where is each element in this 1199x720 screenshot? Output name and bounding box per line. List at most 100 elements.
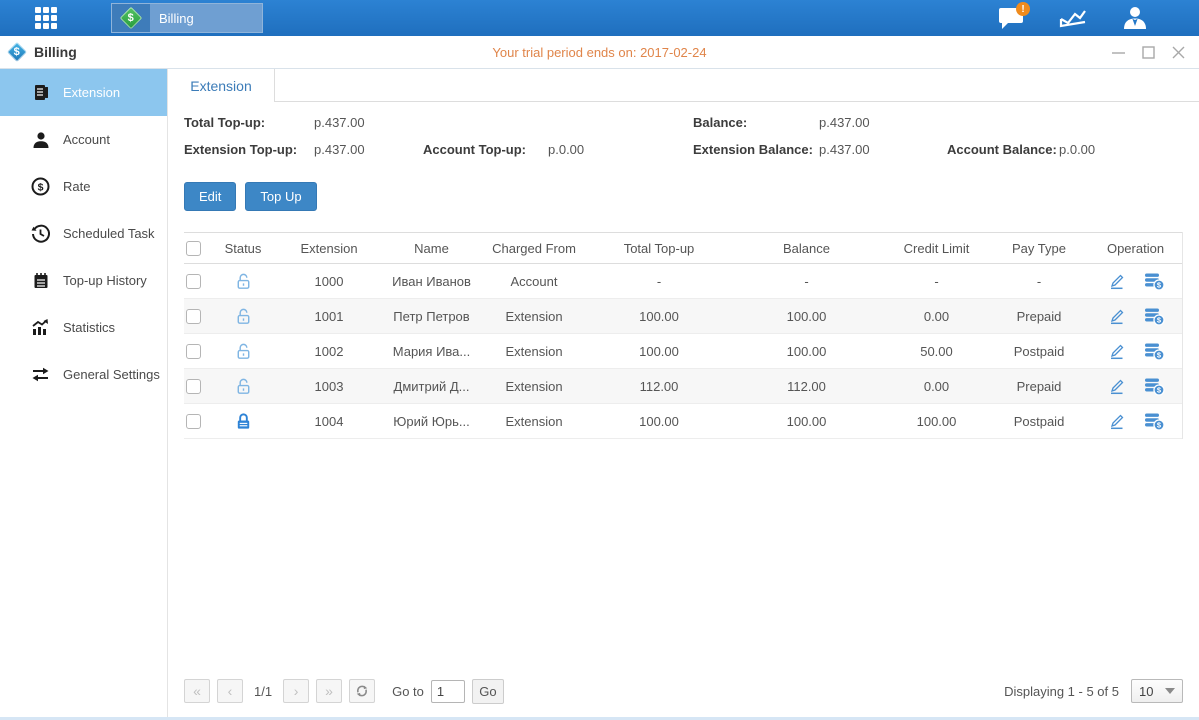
total-topup-cell: - bbox=[589, 274, 729, 289]
rate-coin-icon: $ bbox=[31, 177, 50, 196]
last-page-button[interactable]: » bbox=[316, 679, 342, 703]
topup-row-icon[interactable]: $ bbox=[1143, 271, 1165, 291]
goto-label: Go to bbox=[392, 684, 424, 699]
maximize-button[interactable] bbox=[1142, 46, 1155, 59]
charged-from-cell: Extension bbox=[479, 379, 589, 394]
displaying-count-text: Displaying 1 - 5 of 5 bbox=[1004, 684, 1119, 699]
general-settings-arrows-icon bbox=[31, 365, 50, 384]
name-cell: Петр Петров bbox=[384, 309, 479, 324]
status-unlocked-icon bbox=[234, 377, 253, 396]
sidebar-item-label: Extension bbox=[63, 85, 120, 100]
row-checkbox[interactable] bbox=[186, 379, 201, 394]
charged-from-cell: Extension bbox=[479, 344, 589, 359]
next-page-button[interactable]: › bbox=[283, 679, 309, 703]
sidebar-item-statistics[interactable]: Statistics bbox=[0, 304, 167, 351]
total-topup-cell: 112.00 bbox=[589, 379, 729, 394]
topup-row-icon[interactable]: $ bbox=[1143, 306, 1165, 326]
sidebar-nav: Extension Account $ Rate bbox=[0, 69, 168, 717]
select-all-checkbox[interactable] bbox=[186, 241, 201, 256]
sidebar-item-extension[interactable]: Extension bbox=[0, 69, 167, 116]
sidebar-item-label: General Settings bbox=[63, 367, 160, 382]
edit-row-icon[interactable] bbox=[1107, 306, 1127, 326]
total-topup-label: Total Top-up: bbox=[184, 115, 314, 130]
sidebar-item-scheduled-task[interactable]: Scheduled Task bbox=[0, 210, 167, 257]
name-cell: Юрий Юрь... bbox=[384, 414, 479, 429]
top-bar: $ Billing ! bbox=[0, 0, 1199, 36]
billing-app-window: $ Billing ! bbox=[0, 0, 1199, 720]
row-checkbox[interactable] bbox=[186, 344, 201, 359]
top-up-button[interactable]: Top Up bbox=[245, 182, 316, 211]
balance-cell: 100.00 bbox=[729, 414, 884, 429]
pay-type-cell: Postpaid bbox=[989, 414, 1089, 429]
window-title-bar: $ Billing Your trial period ends on: 201… bbox=[0, 36, 1199, 69]
topbar-billing-tab[interactable]: $ Billing bbox=[111, 3, 263, 33]
balance-cell: 112.00 bbox=[729, 379, 884, 394]
status-cell bbox=[212, 272, 274, 291]
sidebar-item-rate[interactable]: $ Rate bbox=[0, 163, 167, 210]
extension-cell: 1002 bbox=[274, 344, 384, 359]
row-checkbox[interactable] bbox=[186, 309, 201, 324]
page-size-select[interactable]: 10 bbox=[1131, 679, 1183, 703]
status-cell bbox=[212, 342, 274, 361]
account-balance-value: p.0.00 bbox=[1059, 142, 1183, 157]
sidebar-item-account[interactable]: Account bbox=[0, 116, 167, 163]
balance-cell: 100.00 bbox=[729, 309, 884, 324]
row-checkbox[interactable] bbox=[186, 274, 201, 289]
col-extension: Extension bbox=[274, 241, 384, 256]
credit-limit-cell: - bbox=[884, 274, 989, 289]
status-cell bbox=[212, 377, 274, 396]
charged-from-cell: Extension bbox=[479, 414, 589, 429]
status-cell bbox=[212, 307, 274, 326]
topup-row-icon[interactable]: $ bbox=[1143, 341, 1165, 361]
goto-page-input[interactable] bbox=[431, 680, 465, 703]
topup-history-notebook-icon bbox=[31, 271, 50, 290]
charged-from-cell: Extension bbox=[479, 309, 589, 324]
topup-row-icon[interactable]: $ bbox=[1143, 376, 1165, 396]
user-account-icon[interactable] bbox=[1119, 4, 1151, 32]
extension-balance-value: p.437.00 bbox=[819, 142, 947, 157]
edit-row-icon[interactable] bbox=[1107, 341, 1127, 361]
billing-app-icon: $ bbox=[7, 42, 27, 62]
statistics-chart-icon bbox=[31, 318, 50, 337]
account-person-icon bbox=[31, 130, 50, 149]
total-topup-value: p.437.00 bbox=[314, 115, 423, 130]
message-badge: ! bbox=[1016, 2, 1030, 16]
page-size-value: 10 bbox=[1139, 684, 1153, 699]
credit-limit-cell: 100.00 bbox=[884, 414, 989, 429]
sidebar-item-general-settings[interactable]: General Settings bbox=[0, 351, 167, 398]
minimize-button[interactable] bbox=[1112, 46, 1125, 59]
prev-page-button[interactable]: ‹ bbox=[217, 679, 243, 703]
total-topup-cell: 100.00 bbox=[589, 344, 729, 359]
table-row: 1003 Дмитрий Д... Extension 112.00 112.0… bbox=[184, 369, 1182, 404]
pay-type-cell: Postpaid bbox=[989, 344, 1089, 359]
billing-summary: Total Top-up: p.437.00 Balance: p.437.00… bbox=[184, 115, 1183, 157]
row-checkbox[interactable] bbox=[186, 414, 201, 429]
edit-row-icon[interactable] bbox=[1107, 411, 1127, 431]
billing-diamond-icon: $ bbox=[112, 4, 150, 32]
sidebar-item-label: Rate bbox=[63, 179, 90, 194]
refresh-button[interactable] bbox=[349, 679, 375, 703]
edit-row-icon[interactable] bbox=[1107, 271, 1127, 291]
col-name: Name bbox=[384, 241, 479, 256]
topbar-tab-label: Billing bbox=[159, 11, 194, 26]
credit-limit-cell: 0.00 bbox=[884, 379, 989, 394]
sidebar-item-topup-history[interactable]: Top-up History bbox=[0, 257, 167, 304]
edit-button[interactable]: Edit bbox=[184, 182, 236, 211]
app-launcher-grid-icon[interactable] bbox=[35, 7, 69, 29]
messages-icon[interactable]: ! bbox=[995, 4, 1027, 32]
window-title-text: Billing bbox=[34, 44, 77, 60]
extension-balance-label: Extension Balance: bbox=[693, 142, 819, 157]
total-topup-cell: 100.00 bbox=[589, 309, 729, 324]
edit-row-icon[interactable] bbox=[1107, 376, 1127, 396]
extension-cell: 1000 bbox=[274, 274, 384, 289]
reports-chart-icon[interactable] bbox=[1057, 4, 1089, 32]
balance-value: p.437.00 bbox=[819, 115, 947, 130]
trial-period-banner: Your trial period ends on: 2017-02-24 bbox=[0, 45, 1199, 60]
topup-row-icon[interactable]: $ bbox=[1143, 411, 1165, 431]
first-page-button[interactable]: « bbox=[184, 679, 210, 703]
tab-extension[interactable]: Extension bbox=[168, 69, 275, 102]
charged-from-cell: Account bbox=[479, 274, 589, 289]
pay-type-cell: Prepaid bbox=[989, 379, 1089, 394]
go-button[interactable]: Go bbox=[472, 679, 504, 704]
close-button[interactable] bbox=[1172, 46, 1185, 59]
